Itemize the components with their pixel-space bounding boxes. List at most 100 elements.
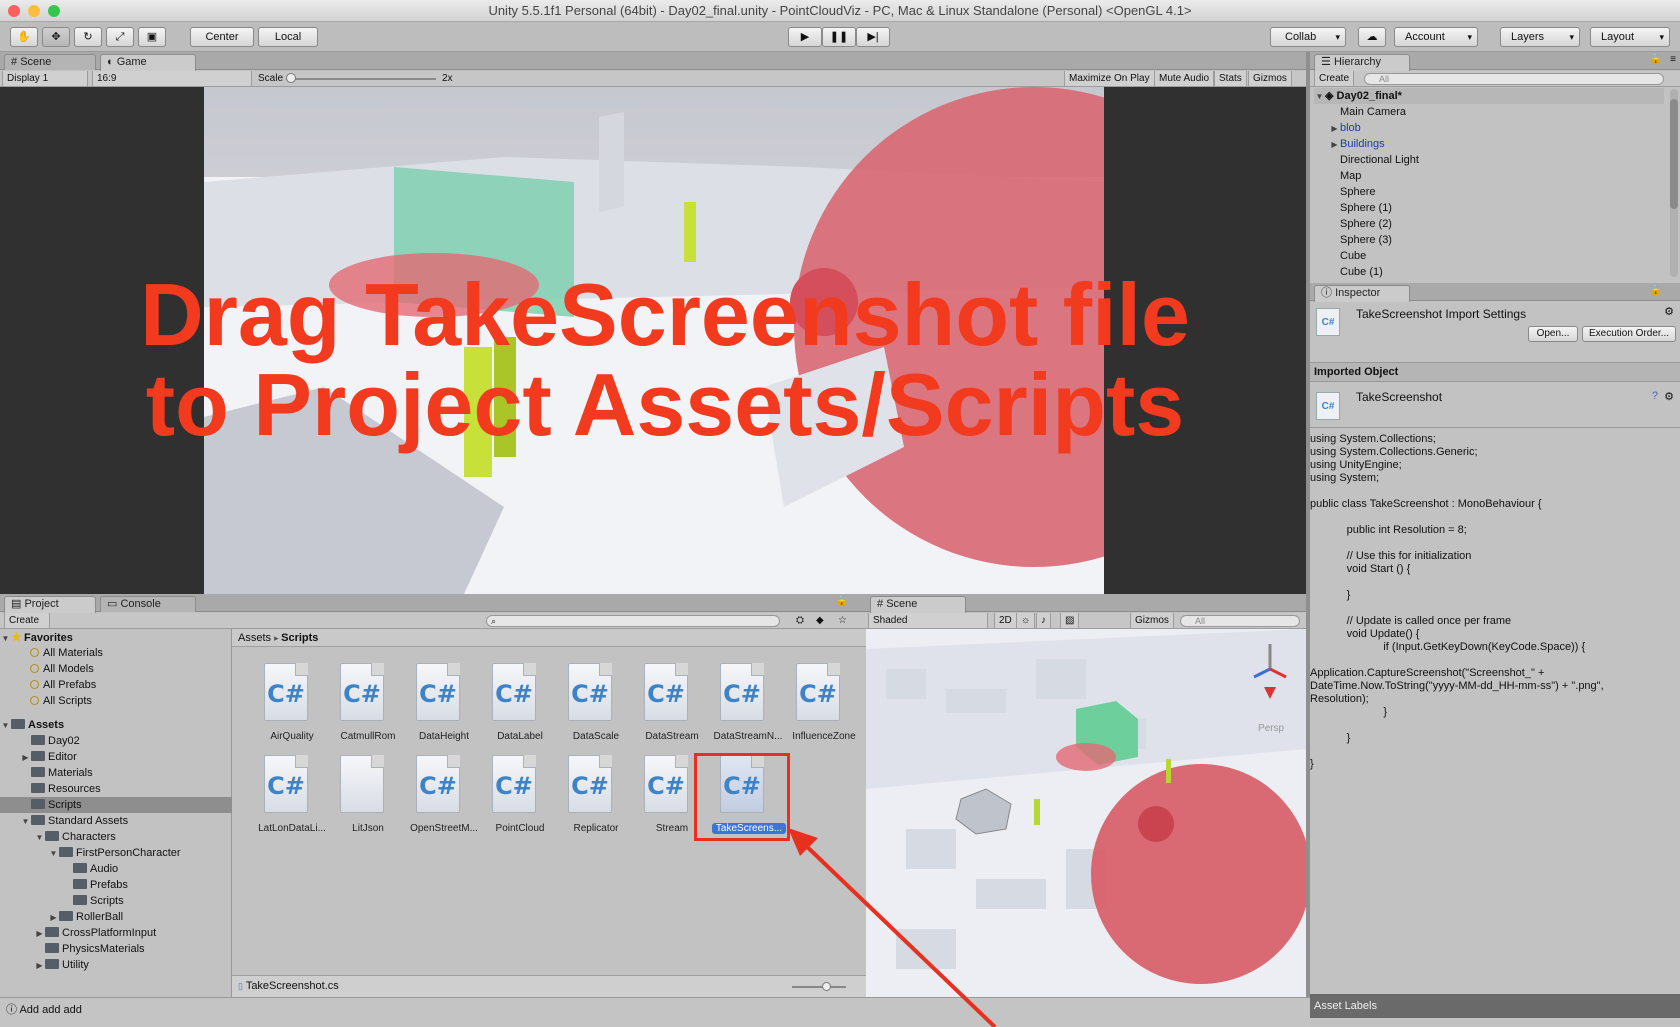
favorite-star-icon[interactable]: ☆ — [838, 613, 847, 628]
expand-arrow-icon[interactable]: ▶ — [1329, 137, 1340, 153]
hierarchy-item[interactable]: Cube (1) — [1340, 264, 1383, 280]
script-file[interactable]: C# InfluenceZone — [786, 663, 862, 753]
filter-by-type-icon[interactable]: ⛭ — [796, 613, 804, 628]
layout-dropdown[interactable]: Layout — [1590, 27, 1670, 47]
hierarchy-scrollbar[interactable] — [1670, 89, 1678, 277]
folder-tree-item[interactable]: Day02 — [0, 733, 232, 749]
favorites-row[interactable]: ▼ ★ Favorites — [0, 629, 232, 645]
tab-hierarchy[interactable]: ☰ Hierarchy — [1314, 54, 1410, 71]
folder-tree-item[interactable]: ▶ RollerBall — [0, 909, 232, 925]
hierarchy-item[interactable]: Cube — [1340, 248, 1366, 264]
expand-arrow-icon[interactable]: ▼ — [20, 814, 31, 830]
folder-tree-item[interactable]: PhysicsMaterials — [0, 941, 232, 957]
scene-gizmos-dropdown[interactable]: Gizmos — [1130, 613, 1174, 628]
mute-audio-toggle[interactable]: Mute Audio — [1154, 71, 1215, 86]
tab-scene[interactable]: # Scene — [4, 54, 96, 70]
cloud-button[interactable]: ☁ — [1358, 27, 1386, 47]
breadcrumb-assets[interactable]: Assets — [238, 632, 271, 644]
2d-toggle[interactable]: 2D — [994, 613, 1017, 628]
folder-tree-item[interactable]: ▶ CrossPlatformInput — [0, 925, 232, 941]
scale-slider[interactable] — [286, 73, 436, 83]
expand-arrow-icon[interactable]: ▶ — [48, 910, 59, 926]
filter-by-label-icon[interactable]: ◆ — [816, 613, 824, 628]
scene-root-row[interactable]: ▼ ◈ Day02_final* — [1314, 88, 1664, 104]
hierarchy-search-input[interactable]: All — [1364, 73, 1664, 85]
lock-icon[interactable]: 🔒 — [836, 596, 848, 607]
folder-tree-item[interactable]: Materials — [0, 765, 232, 781]
folder-tree-item[interactable]: Scripts — [0, 893, 232, 909]
shading-mode-dropdown[interactable]: Shaded — [868, 613, 988, 628]
assets-root-row[interactable]: ▼ Assets — [0, 717, 232, 733]
execution-order-button[interactable]: Execution Order... — [1582, 326, 1676, 342]
stats-toggle[interactable]: Stats — [1214, 71, 1247, 86]
gear-icon[interactable]: ⚙ — [1664, 390, 1674, 403]
help-icon[interactable]: ? — [1652, 390, 1658, 402]
zoom-window-button[interactable] — [48, 5, 60, 17]
script-file[interactable]: C# OpenStreetM... — [406, 755, 482, 845]
play-button[interactable]: ▶ — [788, 27, 822, 47]
audio-toggle[interactable]: ♪ — [1036, 613, 1051, 628]
script-file[interactable]: C# DataHeight — [406, 663, 482, 753]
folder-tree-item[interactable]: ▶ Editor — [0, 749, 232, 765]
aspect-dropdown[interactable]: 16:9 — [92, 71, 252, 86]
script-file[interactable]: C# PointCloud — [482, 755, 558, 845]
expand-arrow-icon[interactable]: ▶ — [34, 926, 45, 942]
project-create-dropdown[interactable]: Create — [4, 613, 50, 628]
folder-tree-item[interactable]: ▶ Utility — [0, 957, 232, 973]
hierarchy-create-dropdown[interactable]: Create — [1314, 71, 1354, 86]
maximize-on-play-toggle[interactable]: Maximize On Play — [1064, 71, 1155, 86]
favorite-item[interactable]: All Materials — [0, 645, 232, 661]
pivot-center-button[interactable]: Center — [190, 27, 254, 47]
script-file[interactable]: LitJson — [330, 755, 406, 845]
collab-dropdown[interactable]: Collab — [1270, 27, 1346, 47]
expand-arrow-icon[interactable]: ▶ — [20, 750, 31, 766]
rect-tool-button[interactable]: ▣ — [138, 27, 166, 47]
effects-dropdown[interactable]: ▨ — [1060, 613, 1080, 628]
favorite-item[interactable]: All Prefabs — [0, 677, 232, 693]
account-dropdown[interactable]: Account — [1394, 27, 1478, 47]
game-view[interactable]: Drag TakeScreenshot file to Project Asse… — [0, 87, 1306, 594]
hierarchy-item[interactable]: Directional Light — [1340, 152, 1419, 168]
folder-tree-item[interactable]: ▼ Characters — [0, 829, 232, 845]
project-search-input[interactable]: ⌕ — [486, 615, 780, 627]
hand-tool-button[interactable]: ✋ — [10, 27, 38, 47]
step-button[interactable]: ▶| — [856, 27, 890, 47]
folder-tree-item[interactable]: ▼ Standard Assets — [0, 813, 232, 829]
hierarchy-item[interactable]: Sphere (3) — [1340, 232, 1392, 248]
panel-splitter[interactable] — [1306, 52, 1310, 997]
minimize-window-button[interactable] — [28, 5, 40, 17]
hierarchy-item[interactable]: Sphere (1) — [1340, 200, 1392, 216]
tab-game[interactable]: ◐ Game — [100, 54, 196, 71]
folder-tree-item[interactable]: Scripts — [0, 797, 232, 813]
lighting-toggle[interactable]: ☼ — [1016, 613, 1036, 628]
tab-console[interactable]: ▭ Console — [100, 596, 196, 612]
script-file[interactable]: C# Replicator — [558, 755, 634, 845]
gear-icon[interactable]: ⚙ — [1664, 305, 1674, 318]
scene-search-input[interactable]: All — [1180, 615, 1300, 627]
scale-slider-thumb[interactable] — [286, 73, 296, 83]
expand-arrow-icon[interactable]: ▼ — [0, 718, 11, 734]
pause-button[interactable]: ❚❚ — [822, 27, 856, 47]
rotate-tool-button[interactable]: ↻ — [74, 27, 102, 47]
tab-inspector[interactable]: ⓘ Inspector — [1314, 285, 1410, 302]
script-file[interactable]: C# DataLabel — [482, 663, 558, 753]
script-file[interactable]: C# AirQuality — [254, 663, 330, 753]
hierarchy-item[interactable]: Main Camera — [1340, 104, 1406, 120]
expand-arrow-icon[interactable]: ▼ — [34, 830, 45, 846]
expand-arrow-icon[interactable]: ▶ — [1329, 121, 1340, 137]
favorite-item[interactable]: All Scripts — [0, 693, 232, 709]
hierarchy-item[interactable]: Sphere (2) — [1340, 216, 1392, 232]
open-button[interactable]: Open... — [1528, 326, 1578, 342]
expand-arrow-icon[interactable]: ▶ — [34, 958, 45, 974]
breadcrumb-scripts[interactable]: Scripts — [281, 632, 318, 644]
hierarchy-item[interactable]: ▶ Buildings — [1329, 136, 1384, 153]
close-window-button[interactable] — [8, 5, 20, 17]
lock-icon[interactable]: 🔒 — [1650, 54, 1662, 65]
script-file[interactable]: C# DataScale — [558, 663, 634, 753]
hierarchy-item[interactable]: Map — [1340, 168, 1361, 184]
folder-tree-item[interactable]: Prefabs — [0, 877, 232, 893]
layers-dropdown[interactable]: Layers — [1500, 27, 1580, 47]
space-local-button[interactable]: Local — [258, 27, 318, 47]
expand-arrow-icon[interactable]: ▼ — [48, 846, 59, 862]
lock-icon[interactable]: 🔒 — [1650, 285, 1662, 296]
